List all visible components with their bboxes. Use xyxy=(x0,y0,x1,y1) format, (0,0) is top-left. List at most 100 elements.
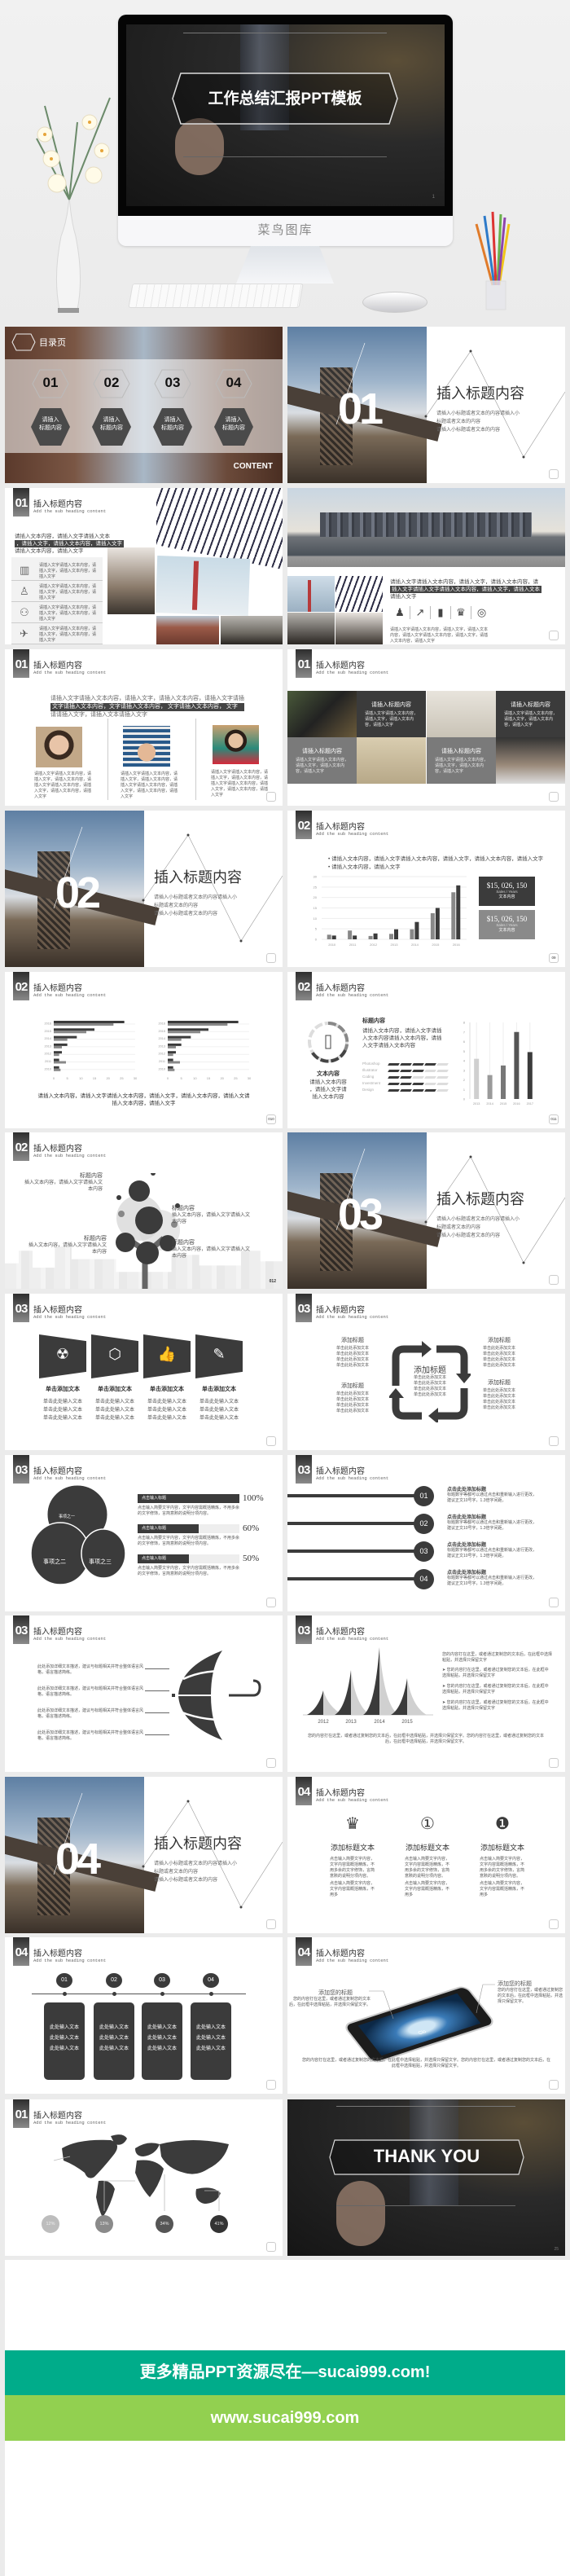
description-line: 请插入小标题或者文本的内容请插入小 xyxy=(436,411,520,416)
slide-subheading: Add the sub heading content xyxy=(33,508,107,514)
tile-photo xyxy=(427,691,496,737)
brand-text: 菜鸟图库 xyxy=(257,223,314,237)
toc-number: 02 xyxy=(103,375,120,390)
slide-skyline[interactable]: 请插入文字请插入文本内容，请插入文字，请插入文本内容，请 插入文字请插入文字请插… xyxy=(287,488,565,644)
timeline-card: 此处输入文本 此处输入文本 此处输入文本 xyxy=(44,2002,85,2080)
sunset-photo xyxy=(287,613,335,644)
bar xyxy=(435,908,440,939)
toc-item[interactable]: 03 请插入 标题内容 xyxy=(152,367,193,449)
stat-label: 文本内容 xyxy=(498,895,515,899)
venn-label-2: 事项之二 xyxy=(43,1559,66,1565)
slide-venn-progress[interactable]: 03 插入标题内容 Add the sub heading content 事项… xyxy=(5,1455,283,1611)
toc-item[interactable]: 04 请插入 标题内容 xyxy=(213,367,254,449)
slide-umbrella[interactable]: 03 插入标题内容 Add the sub heading content 此处… xyxy=(5,1615,283,1772)
slide-awards[interactable]: 04 插入标题内容 Add the sub heading content ♛ 添… xyxy=(287,1777,565,1933)
slide-thank-you[interactable]: THANK YOU 25 xyxy=(287,2099,565,2256)
line-title: 点击此处添加标题 xyxy=(447,1515,487,1520)
left-text: 请插入文本内容 ，请插入文字请 插入文本内容 xyxy=(309,1079,347,1100)
y-tick-label: 0 xyxy=(315,938,318,942)
horizontal-bar-chart-2: 2016 2015 2014 2013 2012 2011 2010 0 5 10 15 20 25 30 xyxy=(159,1021,252,1080)
y-tick-label: 6 xyxy=(463,1040,465,1044)
slide-section-03[interactable]: 03 插入标题内容 请插入小标题或者文本的内容请插入小 标题或者文本的内容 请插入小标题… xyxy=(287,1132,565,1289)
award-text: 点击输入简要文字内容，文字内容需概括精炼，不用多余的文字修饰，言简意赅的说明分项… xyxy=(330,1857,375,1879)
divider xyxy=(195,719,196,800)
x-tick-label: 2015 xyxy=(401,1720,413,1725)
callout-lines xyxy=(369,1984,495,2020)
slide-cycle[interactable]: 03 插入标题内容 Add the sub heading content 添加… xyxy=(287,1294,565,1450)
bar xyxy=(168,1058,173,1062)
slide-trapezoids[interactable]: 03 插入标题内容 Add the sub heading content ☢ 单… xyxy=(5,1294,283,1450)
line-dot xyxy=(469,1155,472,1158)
x-tick-label: 25 xyxy=(120,1076,124,1080)
toc-item[interactable]: 01 请插入 标题内容 xyxy=(30,367,71,449)
bar xyxy=(168,1068,175,1071)
list-item: ▥ 请插入文字请插入文本内容，请插入文字，请插入文本内容，请插入文字 xyxy=(11,561,103,581)
tile-desc: 请插入文字请插入文本内容，请插入文字，请插入文本内容，请插入文字 xyxy=(365,711,419,728)
slide-heading: 插入标题内容 xyxy=(316,1628,365,1637)
y-tick-label: 2010 xyxy=(45,1067,51,1070)
text-line: 请请插入文字，请插入文本请插入文字 xyxy=(50,712,147,718)
tree-label-title: 标题内容 xyxy=(172,1206,195,1211)
bullet-item: ➤ 您的内容打在这里，或者通过复制您的文本后，在此框中选择粘贴，并选择只保留文字 xyxy=(442,1700,549,1711)
slide-section-02[interactable]: 02 插入标题内容 请插入小标题或者文本的内容请插入小 标题或者文本的内容 请插入小标题… xyxy=(5,811,283,967)
venn-diagram xyxy=(30,1484,126,1585)
cycle-label-line: 单击此处添加文本 xyxy=(482,1346,515,1351)
promo-banner[interactable]: 更多精品PPT资源尽在—sucai999.com! xyxy=(5,2350,565,2395)
number-circle: 04 xyxy=(414,1569,434,1589)
website-link[interactable]: www.sucai999.com xyxy=(5,2395,565,2441)
section-badge: 02 xyxy=(296,972,312,1000)
x-tick-label: 2013 xyxy=(391,943,399,947)
caption: 请插入文本内容，请插入文字请插入文本内容，请插入文字，请插入文本内容，请插入文请… xyxy=(5,1092,283,1107)
slide-subheading: Add the sub heading content xyxy=(33,1475,107,1481)
x-tick-label: 10 xyxy=(79,1076,83,1080)
slide-heading: 插入标题内容 xyxy=(316,662,365,670)
slide-collage[interactable]: 01 插入标题内容 Add the sub heading content 请插… xyxy=(5,488,283,644)
slide-section-04[interactable]: 04 插入标题内容 请插入小标题或者文本的内容请插入小 标题或者文本的内容 请插入小标题… xyxy=(5,1777,283,1933)
skill-row: Illustrator xyxy=(362,1068,452,1074)
toc-number: 04 xyxy=(226,375,242,390)
x-tick-label: 2012 xyxy=(370,943,378,947)
slide-numbered-lines[interactable]: 03 插入标题内容 Add the sub heading content 01… xyxy=(287,1455,565,1611)
slide-toc[interactable]: 目录页 CONTENT 01 请插入 标题内容 02 请插入 标题内容 03 请插入 标题… xyxy=(5,327,283,483)
skill-segment xyxy=(400,1070,412,1072)
bar xyxy=(327,934,331,939)
cycle-label-line: 单击此处添加文本 xyxy=(482,1400,515,1404)
slide-bar-chart[interactable]: 02 插入标题内容 Add the sub heading content • … xyxy=(287,811,565,967)
stat-box-2: $15, 026, 150 Sales / Years 文本内容 xyxy=(479,910,535,939)
slide-subheading: Add the sub heading content xyxy=(33,1636,107,1642)
bar xyxy=(389,934,393,939)
skill-segment xyxy=(412,1070,424,1072)
slide-world-map[interactable]: 01 插入标题内容 Add the sub heading content 12… xyxy=(5,2099,283,2256)
slide-mountain-chart[interactable]: 03 插入标题内容 Add the sub heading content 20… xyxy=(287,1615,565,1772)
cycle-label-title: 添加标题 xyxy=(341,1383,364,1389)
page-marker xyxy=(549,1758,559,1768)
tree-label: 标题内容 插入文本内容，请插入文字请插入文本内容 xyxy=(21,1172,103,1193)
line-desc: 标题数字等都可以通过点击和重新输入进行更改，建议正文10号字，1.3倍字间距。 xyxy=(447,1576,537,1586)
slide-tree[interactable]: 02 插入标题内容 Add the sub heading content 01… xyxy=(5,1132,283,1289)
tree-label: 标题内容 插入文本内容，请插入文字请插入文本内容 xyxy=(25,1234,107,1255)
page-marker xyxy=(549,631,559,640)
skill-segment xyxy=(412,1089,424,1092)
slide-timeline[interactable]: 04 插入标题内容 Add the sub heading content 01… xyxy=(5,1937,283,2094)
pencil-cup-image xyxy=(475,211,511,310)
slide-subheading: Add the sub heading content xyxy=(33,2120,107,2125)
slide-subheading: Add the sub heading content xyxy=(33,1153,107,1158)
slide-donut-skills[interactable]: 02 插入标题内容 Add the sub heading content 标题… xyxy=(287,972,565,1128)
slide-kids[interactable]: 01 插入标题内容 Add the sub heading content 请插… xyxy=(5,649,283,806)
slide-heading: 插入标题内容 xyxy=(316,823,365,832)
cycle-line: 单击此处添加文本 xyxy=(413,1375,446,1380)
page-marker xyxy=(266,2080,276,2090)
bar xyxy=(168,1043,182,1046)
slide-section-01[interactable]: 01 插入标题内容 请插入小标题或者文本的内容请插入小 标题或者文本的内容 请插入小标题… xyxy=(287,327,565,483)
cycle-label-line: 单击此处添加文本 xyxy=(335,1403,369,1408)
y-tick-label: 2011 xyxy=(45,1060,51,1063)
slide-tiles[interactable]: 01 插入标题内容 Add the sub heading content 请插… xyxy=(287,649,565,806)
skill-segment xyxy=(424,1083,436,1085)
description-line: 请插入小标题或者文本的内容 xyxy=(154,912,218,917)
slide-hbar-charts[interactable]: 02 插入标题内容 Add the sub heading content 20… xyxy=(5,972,283,1128)
card-line: 单击此处输入文本 xyxy=(42,1400,82,1404)
slide-phone[interactable]: 04 插入标题内容 Add the sub heading content Cl… xyxy=(287,1937,565,2094)
toc-item[interactable]: 02 请插入 标题内容 xyxy=(91,367,132,449)
line-dot xyxy=(142,899,145,902)
slide-subheading: Add the sub heading content xyxy=(33,1314,107,1320)
